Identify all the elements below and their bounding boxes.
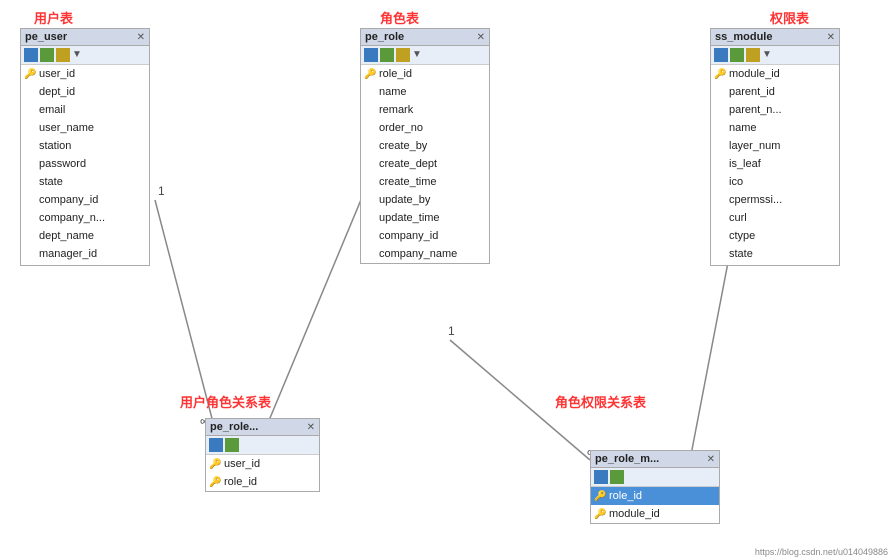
table-pe-role-user: pe_role... ✕ 🔑user_id 🔑role_id <box>205 418 320 492</box>
pe-role-title: pe_role <box>365 31 404 43</box>
pe-user-title: pe_user <box>25 31 67 43</box>
toolbar-filter-icon[interactable] <box>56 48 70 62</box>
pe-user-header: pe_user ✕ <box>21 29 149 46</box>
pe-role-close[interactable]: ✕ <box>477 32 485 43</box>
table-pe-role: pe_role ✕ ▼ 🔑role_id name remark order_n… <box>360 28 490 264</box>
field-company_id2: company_id <box>361 227 489 245</box>
toolbar-edit-icon5[interactable] <box>610 470 624 484</box>
pe-role-module-toolbar <box>591 468 719 487</box>
toolbar-arrow-icon[interactable]: ▼ <box>72 48 86 62</box>
toolbar-filter-icon2[interactable] <box>396 48 410 62</box>
field-belong: belong <box>711 263 839 265</box>
pe-user-close[interactable]: ✕ <box>137 32 145 43</box>
pe-role-module-title: pe_role_m... <box>595 453 659 465</box>
field-remark: remark <box>361 101 489 119</box>
table-ss-module: ss_module ✕ ▼ 🔑module_id parent_id paren… <box>710 28 840 266</box>
field-email: email <box>21 101 149 119</box>
toolbar-table-icon4[interactable] <box>209 438 223 452</box>
toolbar-arrow-icon3[interactable]: ▼ <box>762 48 776 62</box>
table-pe-role-module: pe_role_m... ✕ 🔑role_id 🔑module_id <box>590 450 720 524</box>
field-company_id: company_id <box>21 191 149 209</box>
field-ru-user_id: 🔑user_id <box>206 455 319 473</box>
pe-role-module-close[interactable]: ✕ <box>707 454 715 465</box>
field-gender: gender <box>21 263 149 265</box>
ss-module-toolbar: ▼ <box>711 46 839 65</box>
ss-module-fields: 🔑module_id parent_id parent_n... name la… <box>711 65 839 265</box>
field-user_name: user_name <box>21 119 149 137</box>
pe-role-module-fields: 🔑role_id 🔑module_id <box>591 487 719 523</box>
pe-role-header: pe_role ✕ <box>361 29 489 46</box>
field-cpermissi: cpermssi... <box>711 191 839 209</box>
rel-label-1c: 1 <box>448 324 455 338</box>
toolbar-table-icon3[interactable] <box>714 48 728 62</box>
ss-module-close[interactable]: ✕ <box>827 32 835 43</box>
label-user-table: 用户表 <box>34 8 73 27</box>
rel-label-1a: 1 <box>158 184 165 198</box>
toolbar-edit-icon4[interactable] <box>225 438 239 452</box>
field-user_id: 🔑user_id <box>21 65 149 83</box>
field-password: password <box>21 155 149 173</box>
field-parent_id: parent_id <box>711 83 839 101</box>
label-role-perm-rel: 角色权限关系表 <box>555 392 646 411</box>
toolbar-edit-icon2[interactable] <box>380 48 394 62</box>
pe-role-fields: 🔑role_id name remark order_no create_by … <box>361 65 489 263</box>
pe-role-user-close[interactable]: ✕ <box>307 422 315 433</box>
field-rm-role_id: 🔑role_id <box>591 487 719 505</box>
field-name2: name <box>711 119 839 137</box>
pe-role-user-fields: 🔑user_id 🔑role_id <box>206 455 319 491</box>
ss-module-header: ss_module ✕ <box>711 29 839 46</box>
diagram-canvas: 1 ∞ 1 ∞ 1 ∞ 1 ∞ 用户表 角色表 权限表 用户角色关系表 角色权限… <box>0 0 892 559</box>
toolbar-edit-icon3[interactable] <box>730 48 744 62</box>
field-create_by: create_by <box>361 137 489 155</box>
toolbar-edit-icon[interactable] <box>40 48 54 62</box>
field-company_name: company_name <box>361 245 489 263</box>
pe-role-user-title: pe_role... <box>210 421 258 433</box>
field-company_n: company_n... <box>21 209 149 227</box>
field-rm-module_id: 🔑module_id <box>591 505 719 523</box>
toolbar-table-icon2[interactable] <box>364 48 378 62</box>
pe-user-toolbar: ▼ <box>21 46 149 65</box>
field-module_id: 🔑module_id <box>711 65 839 83</box>
field-station: station <box>21 137 149 155</box>
field-create_time: create_time <box>361 173 489 191</box>
toolbar-filter-icon3[interactable] <box>746 48 760 62</box>
field-update_by: update_by <box>361 191 489 209</box>
ss-module-title: ss_module <box>715 31 772 43</box>
label-role-table: 角色表 <box>380 8 419 27</box>
toolbar-table-icon5[interactable] <box>594 470 608 484</box>
pe-role-module-header: pe_role_m... ✕ <box>591 451 719 468</box>
label-user-role-rel: 用户角色关系表 <box>180 392 271 411</box>
field-is_leaf: is_leaf <box>711 155 839 173</box>
field-update_time: update_time <box>361 209 489 227</box>
pe-user-fields: 🔑user_id dept_id email user_name station… <box>21 65 149 265</box>
pe-role-toolbar: ▼ <box>361 46 489 65</box>
field-create_dept: create_dept <box>361 155 489 173</box>
table-pe-user: pe_user ✕ ▼ 🔑user_id dept_id email user_… <box>20 28 150 266</box>
pe-role-user-header: pe_role... ✕ <box>206 419 319 436</box>
toolbar-arrow-icon2[interactable]: ▼ <box>412 48 426 62</box>
field-dept_name: dept_name <box>21 227 149 245</box>
field-ico: ico <box>711 173 839 191</box>
label-perm-table: 权限表 <box>770 8 809 27</box>
field-ru-role_id: 🔑role_id <box>206 473 319 491</box>
field-curl: curl <box>711 209 839 227</box>
field-state: state <box>21 173 149 191</box>
field-name: name <box>361 83 489 101</box>
pe-role-user-toolbar <box>206 436 319 455</box>
field-layer_num: layer_num <box>711 137 839 155</box>
field-state2: state <box>711 245 839 263</box>
field-manager_id: manager_id <box>21 245 149 263</box>
field-role_id: 🔑role_id <box>361 65 489 83</box>
field-dept_id: dept_id <box>21 83 149 101</box>
watermark: https://blog.csdn.net/u014049886 <box>755 547 888 557</box>
field-parent_n: parent_n... <box>711 101 839 119</box>
toolbar-table-icon[interactable] <box>24 48 38 62</box>
field-ctype: ctype <box>711 227 839 245</box>
field-order_no: order_no <box>361 119 489 137</box>
